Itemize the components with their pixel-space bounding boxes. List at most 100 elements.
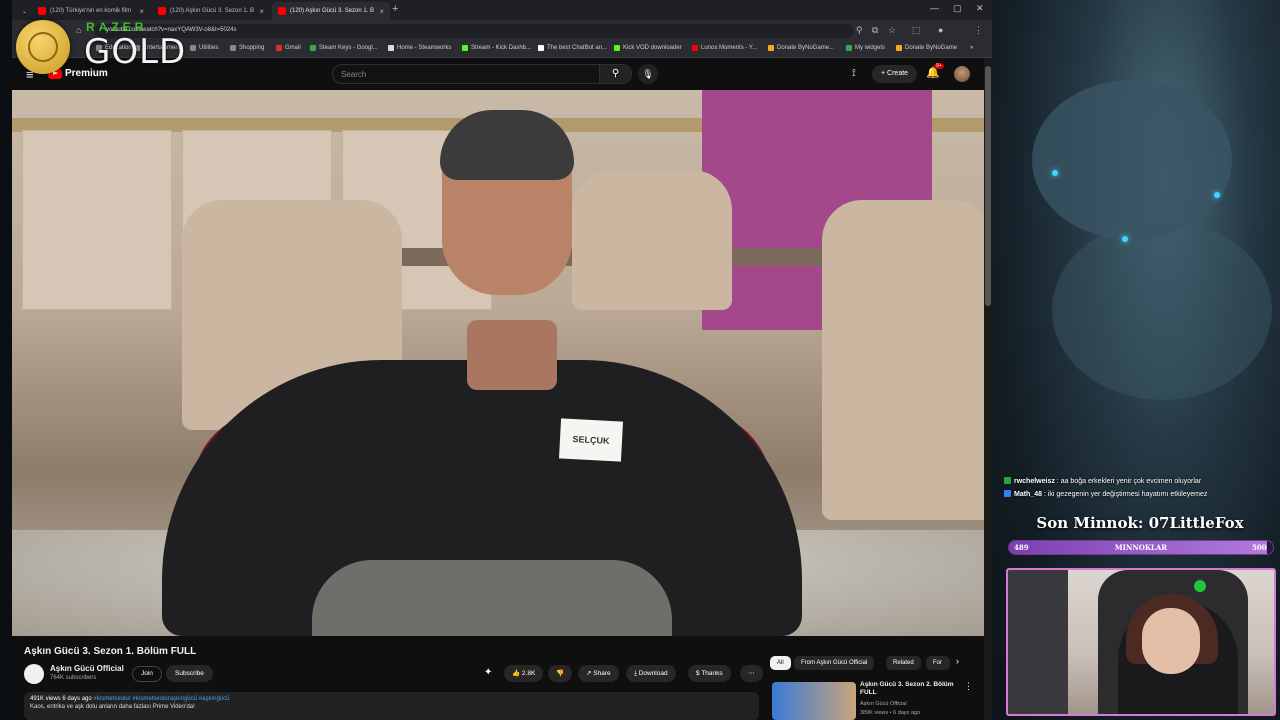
- chip-all[interactable]: All: [770, 656, 791, 670]
- wall-panel: [22, 130, 172, 310]
- browser-menu-icon[interactable]: ⋮: [974, 25, 983, 36]
- page-scrollbar[interactable]: [984, 58, 992, 720]
- create-label: Create: [887, 70, 909, 77]
- more-vert-icon[interactable]: ⋮: [964, 681, 973, 692]
- mic-icon: 🎙: [642, 69, 654, 79]
- more-actions-button[interactable]: ⋯: [740, 665, 763, 682]
- home-icon[interactable]: ⌂: [76, 25, 81, 35]
- channel-subscribers: 764K subscribers: [50, 675, 97, 681]
- last-subscriber: Son Minnok: 07LittleFox: [1036, 514, 1244, 532]
- bookmark-label: Stream - Kick Dashb...: [471, 45, 532, 51]
- hashtags[interactable]: #kısmetseolur #kısmetseoluraşkıngücü #aş…: [93, 696, 229, 702]
- bookmark-item[interactable]: My widgets: [846, 45, 885, 51]
- bookmark-star-icon[interactable]: ☆: [888, 25, 896, 36]
- new-tab-button[interactable]: +: [392, 3, 398, 15]
- avatar[interactable]: [954, 66, 970, 82]
- youtube-favicon-icon: [38, 7, 46, 15]
- like-button[interactable]: 👍 2.8K: [504, 665, 544, 682]
- bookmark-label: Donate ByNoGame: [905, 45, 958, 51]
- recommendation-thumbnail[interactable]: [772, 682, 856, 720]
- chat-message: rwchelweisz : aa boğa erkekleri yenir ço…: [1004, 477, 1201, 485]
- maximize-button[interactable]: ▢: [953, 3, 962, 14]
- bookmark-label: Kick VOD downloader: [623, 45, 682, 51]
- tab-1[interactable]: (120) Türkiye'nin en komik film ×: [32, 2, 150, 20]
- bookmark-item[interactable]: Stream - Kick Dashb...: [462, 45, 531, 51]
- tab-search-button[interactable]: ⌄: [16, 2, 30, 20]
- name-tag: SELÇUK: [558, 418, 624, 462]
- thanks-button[interactable]: $ Thanks: [688, 665, 731, 682]
- kick-badge-icon: [1004, 477, 1011, 484]
- join-button[interactable]: Join: [132, 666, 162, 682]
- video-player[interactable]: SELÇUK: [12, 90, 984, 636]
- tab-close-icon[interactable]: ×: [379, 7, 384, 16]
- zoom-icon[interactable]: ⚲: [856, 25, 863, 36]
- chat-text: aa boğa erkekleri yenir çok evcimen oluy…: [1060, 478, 1202, 485]
- tab-3-title: (120) Aşkın Gücü 3. Sezon 1. B: [290, 8, 375, 14]
- bookmark-item[interactable]: Kick VOD downloader: [614, 45, 682, 51]
- bookmark-item[interactable]: Steam Keys - Googl...: [310, 45, 378, 51]
- person-trousers: [312, 560, 672, 636]
- chip-related[interactable]: Related: [886, 656, 921, 670]
- search-button[interactable]: ⚲: [600, 64, 632, 84]
- close-window-button[interactable]: ✕: [976, 3, 984, 14]
- browser-window: ⌄ (120) Türkiye'nin en komik film × (120…: [12, 0, 992, 720]
- chip-for-you[interactable]: For: [926, 656, 950, 670]
- extensions-icon[interactable]: ⬚: [912, 25, 921, 36]
- gold-wordmark: GOLD: [84, 32, 187, 72]
- bookmark-item[interactable]: The best ChatBot an...: [538, 45, 607, 51]
- dislike-button[interactable]: 👎: [548, 665, 573, 682]
- tab-strip: ⌄ (120) Türkiye'nin en komik film × (120…: [12, 0, 992, 20]
- bookmark-item[interactable]: Shopping: [230, 45, 264, 51]
- install-icon[interactable]: ⧉: [872, 25, 878, 36]
- sparkle-icon[interactable]: ✦: [484, 667, 492, 678]
- chip-from-channel[interactable]: From Aşkın Gücü Official: [794, 656, 875, 670]
- dragon-art: [1052, 220, 1272, 400]
- share-label: Share: [593, 670, 611, 677]
- chat-user: rwchelweisz: [1014, 478, 1055, 485]
- webcam-feed: [1006, 568, 1276, 716]
- cast-icon[interactable]: ⟟: [852, 68, 856, 79]
- notification-badge: 9+: [934, 63, 944, 69]
- sub-goal-max: 500: [1252, 543, 1267, 552]
- bookmark-item[interactable]: Donate ByNoGame...: [768, 45, 834, 51]
- tab-3-active[interactable]: (120) Aşkın Gücü 3. Sezon 1. B ×: [272, 2, 390, 20]
- dragon-glow: [1214, 192, 1220, 198]
- create-button[interactable]: + Create: [872, 65, 918, 83]
- description-text: Kaos, entrika ve aşk dolu anların daha f…: [30, 704, 195, 710]
- search-input[interactable]: Search: [332, 64, 600, 84]
- bookmark-item[interactable]: Lunox Moments - Y...: [692, 45, 757, 51]
- bookmark-item[interactable]: Donate ByNoGame: [896, 45, 957, 51]
- bookmark-label: Utilities: [199, 45, 219, 51]
- chat-text: iki gezegenin yer değiştirmesi hayatımı …: [1047, 491, 1208, 498]
- thanks-icon: $: [696, 670, 700, 677]
- profile-icon[interactable]: ●: [938, 25, 943, 35]
- recommendation-title[interactable]: Aşkın Gücü 3. Sezon 2. Bölüm FULL: [860, 681, 960, 697]
- search-icon: ⚲: [611, 68, 620, 79]
- bookmark-label: My widgets: [855, 45, 886, 51]
- chat-message: Math_48 : iki gezegenin yer değiştirmesi…: [1004, 490, 1207, 498]
- channel-name[interactable]: Aşkın Gücü Official: [50, 664, 124, 673]
- recommendation-meta: 389K views • 6 days ago: [860, 710, 921, 716]
- bookmark-item[interactable]: Utilities: [190, 45, 218, 51]
- bookmark-label: Steam Keys - Googl...: [319, 45, 378, 51]
- minimize-button[interactable]: —: [930, 3, 939, 13]
- share-button[interactable]: ↗ Share: [578, 665, 619, 682]
- thanks-label: Thanks: [701, 670, 723, 677]
- tab-close-icon[interactable]: ×: [139, 7, 144, 16]
- tab-close-icon[interactable]: ×: [259, 7, 264, 16]
- url-field[interactable]: youtube.com/watch?v=naxYQAW3V-o8&t=5024s: [94, 24, 854, 38]
- download-button[interactable]: ⤓ Download: [626, 665, 676, 682]
- description-box[interactable]: 491K views 6 days ago #kısmetseolur #kıs…: [24, 692, 759, 720]
- channel-avatar[interactable]: [24, 664, 44, 684]
- voice-search-button[interactable]: 🎙: [638, 64, 658, 84]
- more-icon: ⋯: [748, 670, 755, 677]
- subscribe-button[interactable]: Subscribe: [166, 665, 213, 682]
- bookmark-item[interactable]: Gmail: [276, 45, 301, 51]
- scrollbar-thumb[interactable]: [985, 66, 991, 306]
- bookmark-item[interactable]: Home - Steamworks: [388, 45, 451, 51]
- chevron-right-icon[interactable]: ›: [956, 656, 959, 666]
- tab-2[interactable]: (120) Aşkın Gücü 3. Sezon 1. B ×: [152, 2, 270, 20]
- tab-1-title: (120) Türkiye'nin en komik film: [50, 8, 132, 14]
- download-icon: ⤓: [634, 670, 637, 677]
- bookmarks-overflow-icon[interactable]: »: [970, 45, 973, 51]
